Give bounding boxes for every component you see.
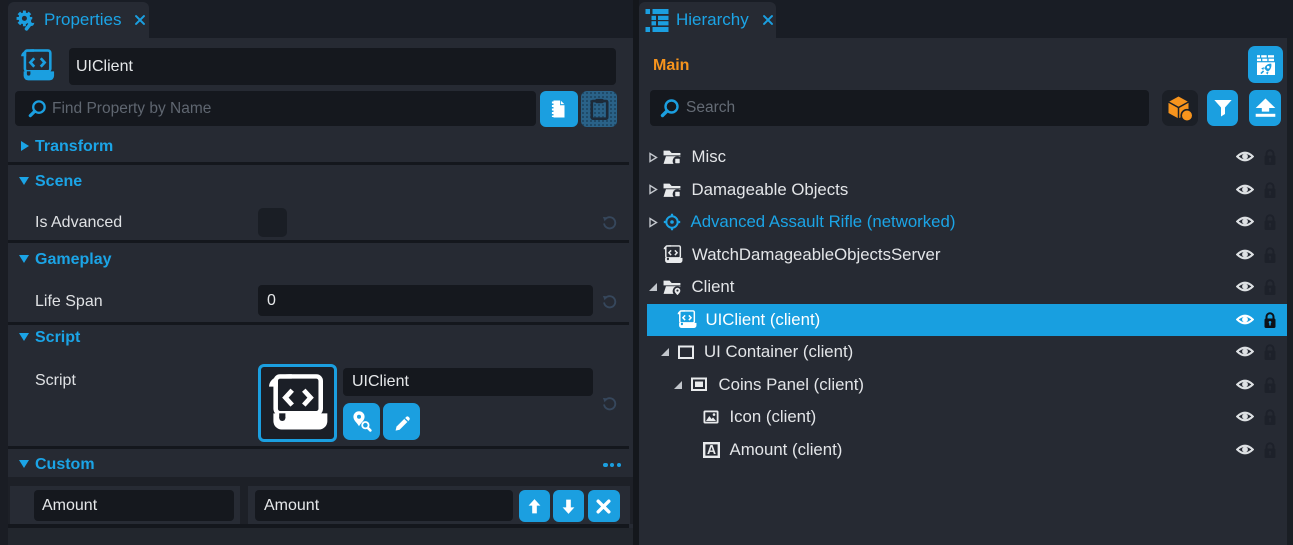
svg-text:A: A — [706, 443, 715, 457]
